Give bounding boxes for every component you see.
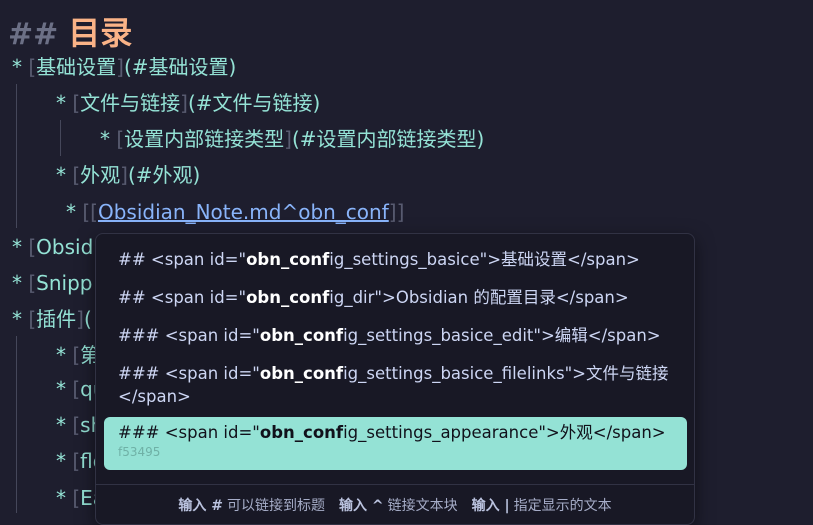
toc-link[interactable]: Snipp (36, 271, 92, 295)
toc-heading: ## 目录 (8, 8, 132, 52)
match-highlight: obn_conf (259, 364, 344, 383)
suggestion-item-selected[interactable]: ### <span id="obn_config_settings_appear… (104, 417, 687, 470)
toc-line: * [第 (56, 343, 101, 367)
toc-link[interactable]: 插件 (36, 307, 76, 331)
toc-line: * [Snipp (12, 271, 93, 295)
suggestion-item[interactable]: ## <span id="obn_config_dir">Obsidian 的配… (104, 286, 687, 309)
match-highlight: obn_conf (259, 423, 344, 442)
toc-line: * [插件]( (12, 307, 92, 331)
match-highlight: obn_conf (259, 326, 344, 345)
list-bullet: * (56, 449, 66, 473)
list-bullet: * (12, 307, 22, 331)
list-bullet: * (100, 127, 110, 151)
list-bullet: * (12, 271, 22, 295)
toc-line: * [外观](#外观) (56, 163, 201, 187)
toc-anchor: (#基础设置) (123, 55, 237, 79)
toc-line: * [设置内部链接类型](#设置内部链接类型) (100, 127, 485, 151)
match-highlight: obn_conf (246, 288, 330, 307)
toc-link[interactable]: 文件与链接 (80, 91, 180, 115)
heading-marker: ## (8, 17, 59, 52)
toc-anchor: (#设置内部链接类型) (291, 127, 485, 151)
block-id: f53495 (118, 445, 161, 459)
indent-guide (60, 120, 61, 156)
heading-text: 目录 (68, 14, 133, 52)
toc-line: * [Obsid (12, 235, 94, 259)
toc-line: * [文件与链接](#文件与链接) (56, 91, 321, 115)
suggestion-hints: 输入 # 可以链接到标题 输入 ^ 链接文本块 输入 | 指定显示的文本 (96, 484, 694, 524)
suggestion-item[interactable]: ## <span id="obn_config_settings_basice"… (104, 248, 687, 271)
wikilink-open: [[ (82, 200, 98, 224)
toc-anchor: (#文件与链接) (187, 91, 321, 115)
list-bullet: * (56, 486, 66, 510)
toc-link[interactable]: 外观 (80, 163, 120, 187)
editor[interactable]: ## 目录 * [基础设置](#基础设置) * [文件与链接](#文件与链接) … (0, 0, 813, 525)
list-bullet: * (56, 163, 66, 187)
list-bullet: * (56, 413, 66, 437)
indent-guide (16, 84, 17, 228)
indent-guide (16, 336, 17, 513)
toc-link[interactable]: Obsid (36, 235, 93, 259)
list-bullet: * (12, 235, 22, 259)
list-bullet: * (56, 343, 66, 367)
toc-link[interactable]: 设置内部链接类型 (124, 127, 284, 151)
hint-alias: 输入 | 指定显示的文本 (471, 498, 612, 514)
toc-anchor: ( (83, 307, 92, 331)
wikilink-close: ]] (388, 200, 405, 224)
list-bullet: * (66, 200, 76, 224)
match-highlight: obn_conf (246, 250, 330, 269)
hint-heading: 输入 # 可以链接到标题 (178, 498, 325, 514)
toc-line: * [基础设置](#基础设置) (12, 55, 237, 79)
list-bullet: * (56, 91, 66, 115)
suggestion-item[interactable]: ### <span id="obn_config_settings_basice… (104, 324, 687, 347)
suggestion-item[interactable]: ### <span id="obn_config_settings_basice… (104, 362, 687, 408)
toc-link[interactable]: 基础设置 (36, 55, 116, 79)
link-suggestion-popup: ## <span id="obn_config_settings_basice"… (95, 233, 695, 525)
list-bullet: * (12, 55, 22, 79)
hint-block: 输入 ^ 链接文本块 (339, 498, 458, 514)
toc-anchor: (#外观) (127, 163, 201, 187)
wikilink-text[interactable]: Obsidian_Note.md^obn_conf (98, 200, 389, 224)
toc-line: * [[Obsidian_Note.md^obn_conf]] (66, 198, 404, 226)
list-bullet: * (56, 377, 66, 401)
